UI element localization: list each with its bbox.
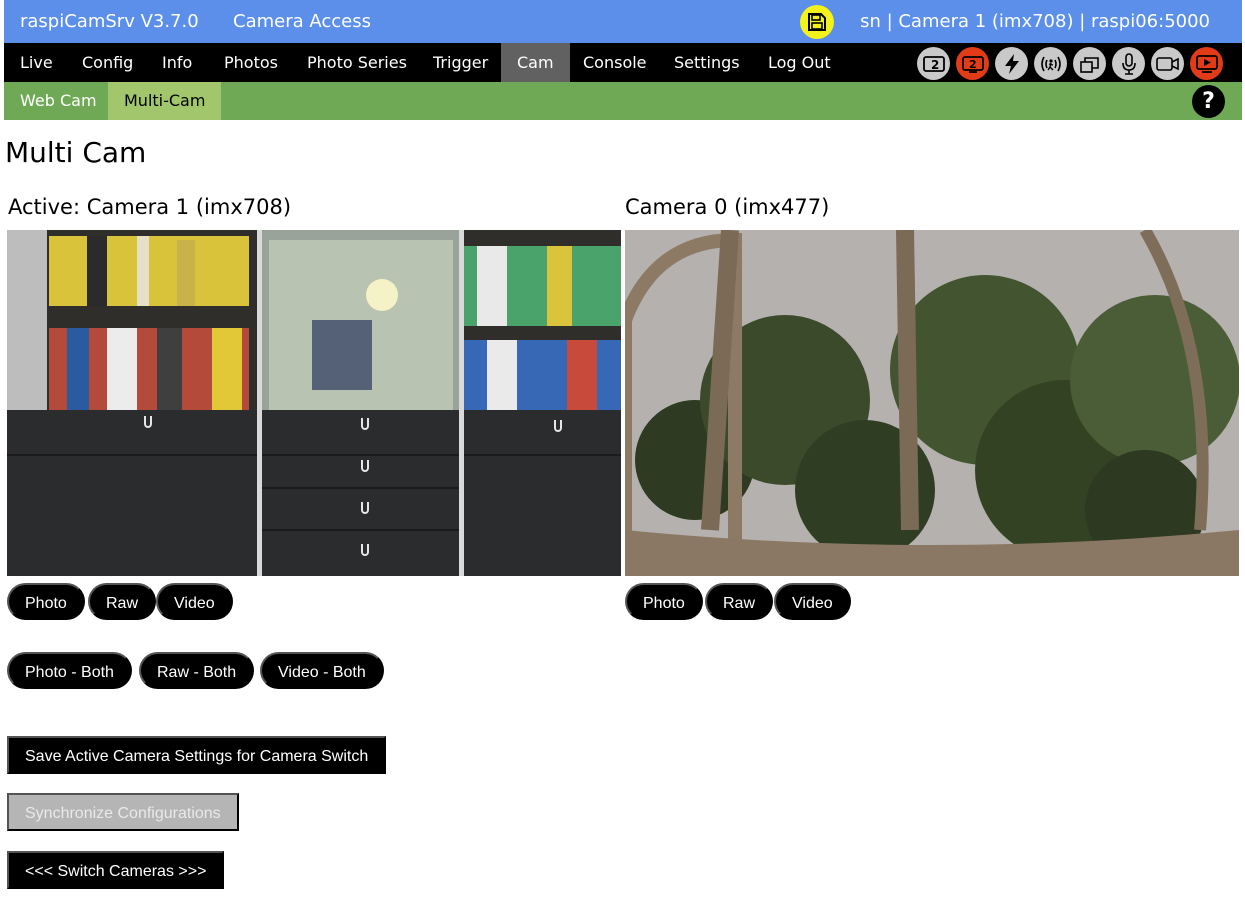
synchronize-configurations-button[interactable]: Synchronize Configurations xyxy=(7,793,239,831)
microphone-icon[interactable] xyxy=(1112,47,1145,80)
subnav-multi-cam[interactable]: Multi-Cam xyxy=(108,82,222,120)
raw-both-button[interactable]: Raw - Both xyxy=(139,652,255,689)
camera-1-photo-button[interactable]: Photo xyxy=(7,583,85,620)
floppy-disk-icon[interactable] xyxy=(800,5,834,39)
server-status: sn | Camera 1 (imx708) | raspi06:5000 xyxy=(860,11,1210,32)
nav-log-out[interactable]: Log Out xyxy=(752,43,847,82)
dual-camera-active-icon-label: 2 xyxy=(969,58,977,71)
camera-0-video-button[interactable]: Video xyxy=(774,583,851,620)
dual-camera-icon-label: 2 xyxy=(931,58,939,72)
camera-1-video-button[interactable]: Video xyxy=(156,583,233,620)
lightning-icon[interactable] xyxy=(995,47,1028,80)
sub-nav: Web Cam Multi-Cam ? xyxy=(4,82,1242,120)
camera-1-raw-button[interactable]: Raw xyxy=(88,583,157,620)
nav-trigger[interactable]: Trigger xyxy=(417,43,504,82)
nav-cam[interactable]: Cam xyxy=(501,43,570,82)
subnav-web-cam[interactable]: Web Cam xyxy=(4,82,113,120)
nav-live[interactable]: Live xyxy=(4,43,69,82)
page-title: Multi Cam xyxy=(5,136,147,169)
camera-1-label: Active: Camera 1 (imx708) xyxy=(8,195,292,219)
camera-0-photo-button[interactable]: Photo xyxy=(625,583,703,620)
camera-0-label: Camera 0 (imx477) xyxy=(625,195,830,219)
nav-settings[interactable]: Settings xyxy=(658,43,756,82)
switch-cameras-button[interactable]: <<< Switch Cameras >>> xyxy=(7,851,225,889)
dual-camera-active-icon[interactable]: 2 xyxy=(956,47,989,80)
live-stream-icon[interactable] xyxy=(1190,47,1223,80)
nav-photos[interactable]: Photos xyxy=(208,43,294,82)
nav-config[interactable]: Config xyxy=(66,43,149,82)
camera-1-live-feed xyxy=(7,230,621,576)
main-nav: Live Config Info Photos Photo Series Tri… xyxy=(4,43,1242,82)
windows-icon[interactable] xyxy=(1073,47,1106,80)
nav-photo-series[interactable]: Photo Series xyxy=(291,43,423,82)
video-camera-icon[interactable] xyxy=(1151,47,1184,80)
page-name: Camera Access xyxy=(233,11,371,32)
nav-info[interactable]: Info xyxy=(146,43,208,82)
camera-0-raw-button[interactable]: Raw xyxy=(705,583,774,620)
app-title: raspiCamSrv V3.7.0 xyxy=(20,11,199,32)
camera-0-live-feed xyxy=(625,230,1239,576)
save-camera-settings-button[interactable]: Save Active Camera Settings for Camera S… xyxy=(7,736,387,774)
dual-camera-icon[interactable]: 2 xyxy=(917,47,950,80)
nav-console[interactable]: Console xyxy=(567,43,663,82)
video-both-button[interactable]: Video - Both xyxy=(260,652,384,689)
motion-trigger-icon[interactable] xyxy=(1034,47,1067,80)
help-icon[interactable]: ? xyxy=(1192,85,1225,118)
top-header: raspiCamSrv V3.7.0 Camera Access sn | Ca… xyxy=(4,0,1242,43)
photo-both-button[interactable]: Photo - Both xyxy=(7,652,132,689)
